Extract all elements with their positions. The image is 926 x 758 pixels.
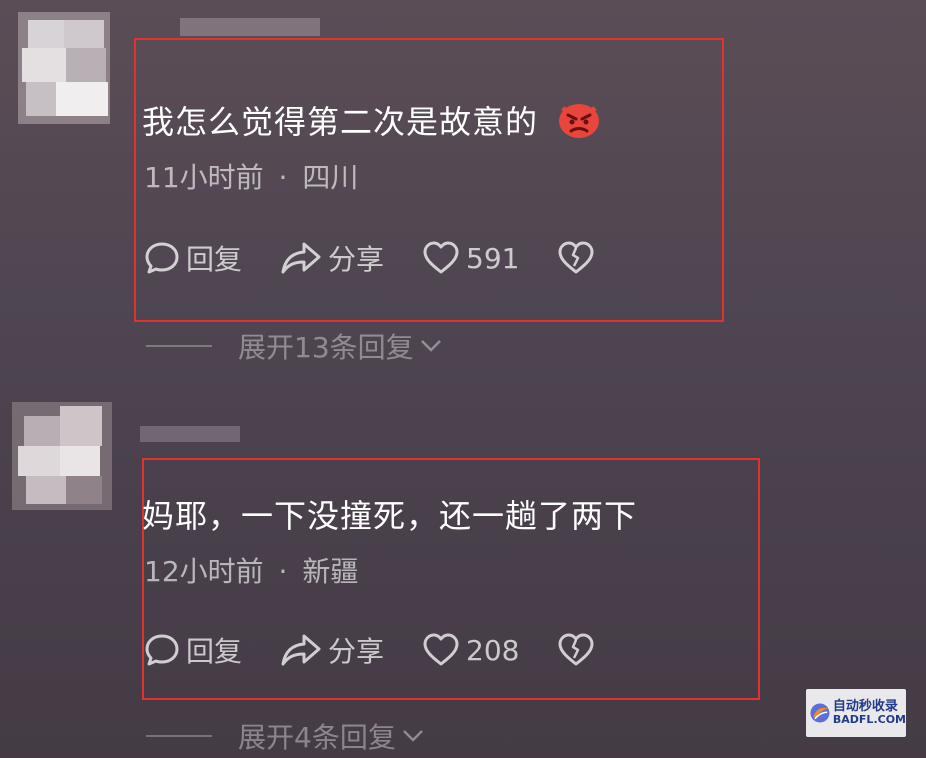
like-button[interactable]: 208 (422, 632, 519, 668)
comment-actions: 回复 分享 591 (144, 238, 639, 278)
chevron-down-icon (402, 730, 423, 742)
comment-location: 新疆 (302, 555, 359, 588)
meta-separator: · (278, 555, 288, 588)
expand-replies-label: 展开13条回复 (238, 331, 414, 364)
watermark-logo-icon (810, 703, 830, 723)
avatar[interactable] (18, 12, 110, 124)
comment-actions: 回复 分享 208 (144, 630, 639, 670)
chevron-down-icon (420, 340, 441, 352)
reply-label: 回复 (186, 635, 243, 668)
expand-replies-button[interactable]: 展开13条回复 (146, 326, 442, 366)
comment-text: 妈耶，一下没撞死，还一趟了两下 (142, 497, 638, 535)
dislike-button[interactable] (557, 632, 601, 668)
username-blurred[interactable] (180, 18, 320, 36)
comment-meta: 12小时前 · 新疆 (144, 550, 358, 590)
divider-line (146, 735, 212, 737)
reply-button[interactable]: 回复 (144, 238, 242, 278)
share-button[interactable]: 分享 (280, 238, 384, 278)
avatar[interactable] (12, 402, 112, 510)
share-arrow-icon (281, 634, 321, 666)
reply-label: 回复 (186, 243, 243, 276)
comment-meta: 11小时前 · 四川 (144, 156, 358, 196)
angry-face-emoji (557, 100, 601, 148)
watermark: 自动秒收录 BADFL.COM (806, 689, 906, 737)
comment-bubble-icon (145, 242, 179, 274)
broken-heart-icon (558, 241, 594, 274)
comment-location: 四川 (302, 161, 359, 194)
share-arrow-icon (281, 242, 321, 274)
comment-bubble-icon (145, 634, 179, 666)
divider-line (146, 345, 212, 347)
watermark-text-cn: 自动秒收录 (832, 699, 898, 715)
comment-text: 我怎么觉得第二次是故意的 (142, 97, 601, 148)
broken-heart-icon (558, 633, 594, 666)
meta-separator: · (278, 161, 288, 194)
watermark-text-en: BADFL.COM (832, 713, 906, 727)
comment-time: 12小时前 (144, 555, 264, 588)
share-button[interactable]: 分享 (280, 630, 384, 670)
comment-time: 11小时前 (144, 161, 264, 194)
like-count: 591 (466, 241, 520, 275)
reply-button[interactable]: 回复 (144, 630, 242, 670)
dislike-button[interactable] (557, 240, 601, 276)
share-label: 分享 (328, 635, 385, 668)
expand-replies-label: 展开4条回复 (238, 721, 396, 754)
like-count: 208 (466, 633, 520, 667)
heart-icon (423, 241, 459, 274)
like-button[interactable]: 591 (422, 240, 519, 276)
username-blurred[interactable] (140, 426, 240, 442)
expand-replies-button[interactable]: 展开4条回复 (146, 716, 424, 756)
share-label: 分享 (328, 243, 385, 276)
heart-icon (423, 633, 459, 666)
